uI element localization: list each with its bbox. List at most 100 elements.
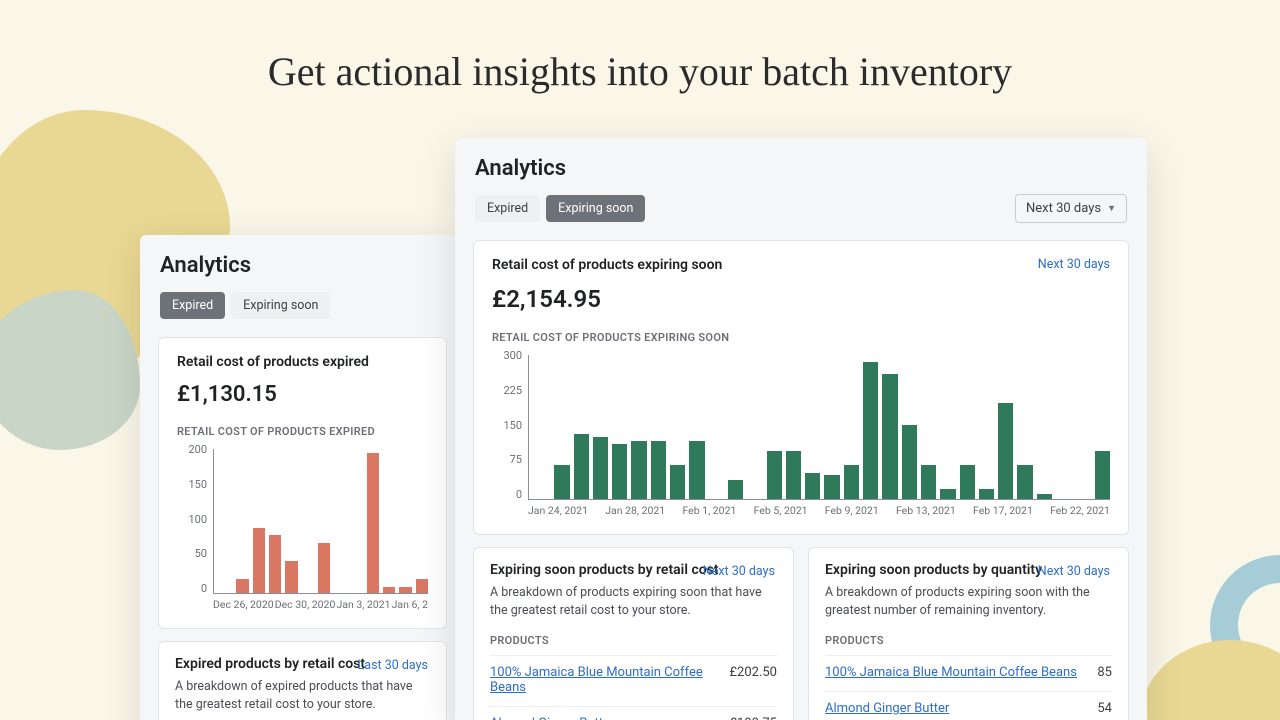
product-value: 54 bbox=[1097, 701, 1112, 716]
x-tick: Feb 9, 2021 bbox=[825, 504, 879, 518]
chart-bar bbox=[979, 489, 994, 499]
tab-expiring-soon[interactable]: Expiring soon bbox=[231, 292, 330, 319]
metric-amount: £2,154.95 bbox=[492, 285, 1110, 313]
products-subhead: PRODUCTS bbox=[825, 634, 1112, 647]
product-link[interactable]: 100% Jamaica Blue Mountain Coffee Beans bbox=[825, 665, 1077, 680]
chart-bar bbox=[651, 441, 666, 499]
y-tick: 300 bbox=[492, 350, 522, 361]
breakdown-columns: Expiring soon products by retail cost Ne… bbox=[473, 547, 1129, 720]
analytics-card-expiring: Analytics Expired Expiring soon Next 30 … bbox=[455, 138, 1147, 720]
chart-bar bbox=[882, 374, 897, 499]
product-link[interactable]: Almond Ginger Butter bbox=[490, 716, 614, 720]
y-tick: 0 bbox=[492, 489, 522, 500]
tab-expired[interactable]: Expired bbox=[160, 292, 225, 319]
chart-bar bbox=[399, 587, 411, 593]
chart-bar bbox=[1017, 465, 1032, 499]
chart-bar bbox=[631, 441, 646, 499]
product-row: 100% Jamaica Blue Mountain Coffee Beans8… bbox=[825, 655, 1112, 689]
product-value: £202.50 bbox=[729, 665, 777, 680]
panel-expired-chart: Retail cost of products expired £1,130.1… bbox=[158, 337, 447, 629]
chart-bars bbox=[529, 355, 1110, 499]
chart-bar bbox=[554, 465, 569, 499]
chart-bar bbox=[844, 465, 859, 499]
date-range-button[interactable]: Next 30 days ▼ bbox=[1015, 194, 1127, 223]
chart-bar bbox=[902, 425, 917, 499]
chevron-down-icon: ▼ bbox=[1107, 203, 1116, 214]
chart-bar bbox=[728, 480, 743, 499]
card-title: Analytics bbox=[160, 253, 445, 278]
x-tick: Jan 28, 2021 bbox=[605, 504, 665, 518]
x-axis: Jan 24, 2021Jan 28, 2021Feb 1, 2021Feb 5… bbox=[528, 504, 1110, 518]
panel-breakdown-cost: Expiring soon products by retail cost Ne… bbox=[473, 547, 794, 720]
products-subhead: PRODUCTS bbox=[490, 634, 777, 647]
range-link[interactable]: Last 30 days bbox=[358, 658, 428, 673]
chart-plot bbox=[213, 449, 428, 594]
range-link[interactable]: Next 30 days bbox=[1038, 564, 1110, 579]
panel-desc: A breakdown of products expiring soon wi… bbox=[825, 584, 1112, 620]
x-tick: Feb 22, 2021 bbox=[1050, 504, 1110, 518]
chart-bar bbox=[863, 362, 878, 499]
y-tick: 150 bbox=[492, 420, 522, 431]
tab-expired[interactable]: Expired bbox=[475, 195, 540, 222]
y-tick: 50 bbox=[177, 548, 207, 559]
range-link[interactable]: Next 30 days bbox=[1038, 257, 1110, 272]
chart-bar bbox=[285, 561, 297, 593]
chart-bar bbox=[960, 465, 975, 499]
y-tick: 75 bbox=[492, 454, 522, 465]
y-tick: 100 bbox=[177, 514, 207, 525]
x-tick: Feb 17, 2021 bbox=[973, 504, 1033, 518]
metric-amount: £1,130.15 bbox=[177, 382, 428, 407]
product-link[interactable]: Almond Ginger Butter bbox=[825, 701, 949, 716]
tab-expiring-soon[interactable]: Expiring soon bbox=[546, 195, 645, 222]
chart-bar bbox=[940, 489, 955, 499]
chart-bar bbox=[1037, 494, 1052, 499]
blob-ring bbox=[1210, 555, 1280, 695]
chart-bar bbox=[236, 579, 248, 593]
y-tick: 200 bbox=[177, 444, 207, 455]
x-tick: Feb 5, 2021 bbox=[754, 504, 808, 518]
x-tick: Jan 3, 2021 bbox=[336, 598, 390, 612]
chart-bar bbox=[318, 543, 330, 593]
x-tick: Jan 6, 2 bbox=[392, 598, 428, 612]
chart-bar bbox=[767, 451, 782, 499]
chart-bar bbox=[574, 434, 589, 499]
product-row: 100% Jamaica Blue Mountain Coffee Beans£… bbox=[490, 655, 777, 704]
product-rows: 100% Jamaica Blue Mountain Coffee Beans8… bbox=[825, 655, 1112, 720]
chart-bar bbox=[383, 587, 395, 593]
x-tick: Feb 13, 2021 bbox=[896, 504, 956, 518]
chart-bar bbox=[689, 441, 704, 499]
y-tick: 150 bbox=[177, 479, 207, 490]
analytics-card-expired: Analytics Expired Expiring soon Retail c… bbox=[140, 235, 465, 720]
product-row: Almond Ginger Butter £198.75 bbox=[490, 706, 777, 720]
panel-desc: A breakdown of expired products that hav… bbox=[175, 678, 430, 714]
chart-bar bbox=[367, 453, 379, 593]
blob-green bbox=[0, 290, 140, 450]
panel-desc: A breakdown of products expiring soon th… bbox=[490, 584, 777, 620]
bar-chart-expired: 200 150 100 50 0 Dec 26, 2020Dec 30, 2020Jan… bbox=[177, 444, 428, 612]
chart-bar bbox=[921, 465, 936, 499]
panel-title: Retail cost of products expired bbox=[177, 354, 428, 370]
panel-breakdown-qty: Expiring soon products by quantity Next … bbox=[808, 547, 1129, 720]
chart-label: RETAIL COST OF PRODUCTS EXPIRING SOON bbox=[492, 331, 1110, 344]
y-tick: 0 bbox=[177, 583, 207, 594]
bar-chart-expiring: 300225150750 Jan 24, 2021Jan 28, 2021Feb… bbox=[492, 350, 1110, 518]
product-link[interactable]: 100% Jamaica Blue Mountain Coffee Beans bbox=[490, 665, 729, 695]
panel-expiring-chart: Retail cost of products expiring soon Ne… bbox=[473, 240, 1129, 535]
x-tick: Dec 30, 2020 bbox=[275, 598, 336, 612]
panel-title: Retail cost of products expiring soon bbox=[492, 257, 1110, 273]
chart-bar bbox=[612, 444, 627, 499]
product-row: Almond Ginger Butter 54 bbox=[825, 691, 1112, 720]
y-axis: 300 225 150 75 0 bbox=[492, 350, 522, 500]
page-title: Get actional insights into your batch in… bbox=[0, 48, 1280, 95]
chart-bar bbox=[998, 403, 1013, 499]
chart-label: RETAIL COST OF PRODUCTS EXPIRED bbox=[177, 425, 428, 438]
y-tick: 225 bbox=[492, 385, 522, 396]
x-axis: Dec 26, 2020Dec 30, 2020Jan 3, 2021Jan 6… bbox=[213, 598, 428, 612]
card-title: Analytics bbox=[475, 156, 1127, 181]
product-value: £198.75 bbox=[729, 716, 777, 720]
panel-expired-breakdown: Expired products by retail cost Last 30 … bbox=[158, 641, 447, 720]
range-link[interactable]: Next 30 days bbox=[703, 564, 775, 579]
chart-bar bbox=[593, 437, 608, 499]
chart-bar bbox=[670, 465, 685, 499]
x-tick: Feb 1, 2021 bbox=[682, 504, 736, 518]
